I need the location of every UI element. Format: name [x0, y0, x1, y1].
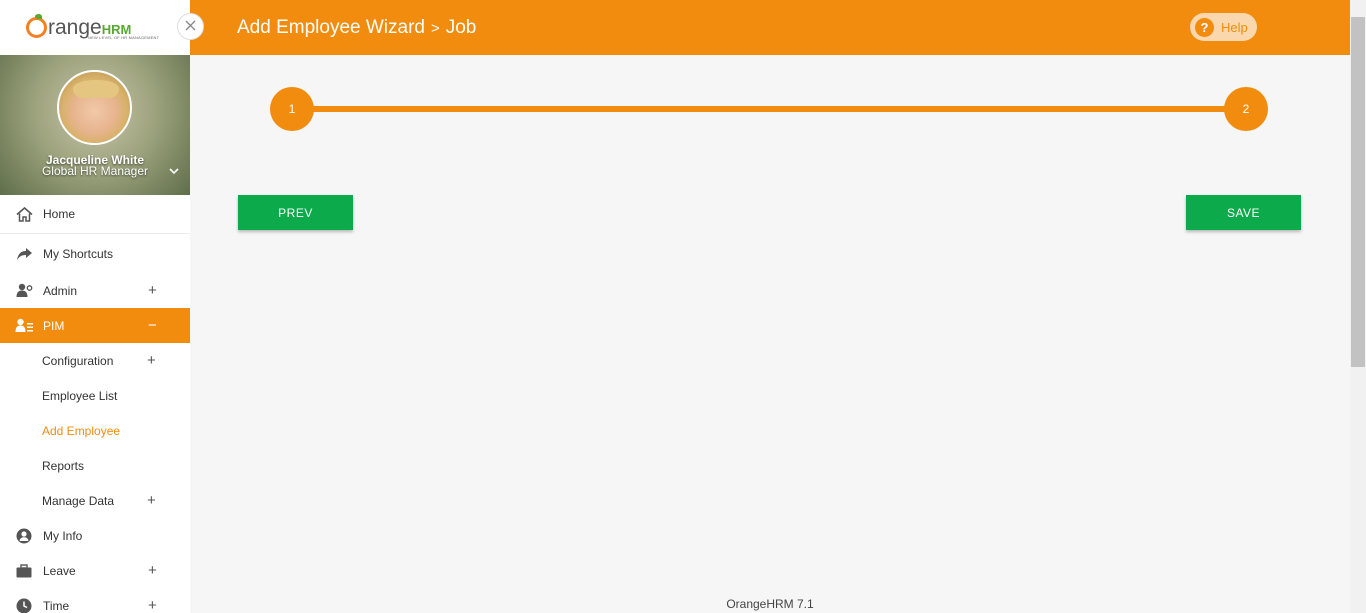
clock-icon — [15, 598, 33, 613]
sidebar-item-label: Configuration — [42, 353, 114, 368]
sidebar-item-label: Employee List — [42, 388, 118, 403]
sidebar-item-label: Manage Data — [42, 493, 115, 508]
logo-orange-icon — [26, 14, 47, 38]
help-label: Help — [1221, 19, 1248, 35]
sidebar-item-leave[interactable]: Leave + — [0, 553, 190, 588]
sidebar-item-label: Leave — [43, 563, 76, 578]
expand-icon[interactable]: + — [148, 597, 157, 613]
sidebar-subitem-configuration[interactable]: Configuration + — [0, 343, 190, 378]
expand-icon[interactable]: + — [148, 282, 157, 299]
step-1-indicator[interactable]: 1 — [270, 87, 314, 131]
user-circle-icon — [15, 528, 33, 544]
sidebar-subitem-manage-data[interactable]: Manage Data + — [0, 483, 190, 518]
sidebar-item-label: Home — [43, 207, 76, 221]
sidebar-item-label: My Shortcuts — [43, 246, 114, 261]
profile-role: Global HR Manager — [41, 164, 149, 178]
help-button[interactable]: ? Help — [1190, 13, 1257, 41]
sidebar-item-pim[interactable]: PIM − — [0, 308, 190, 343]
help-icon: ? — [1195, 17, 1214, 37]
expand-icon[interactable]: + — [148, 562, 157, 579]
sidebar-item-home[interactable]: Home — [0, 195, 190, 234]
close-sidebar-button[interactable] — [177, 13, 204, 40]
footer-version: OrangeHRM 7.1 — [726, 597, 814, 611]
sidebar: rangeHRM NEW LEVEL OF HR MANAGEMENT Jacq… — [0, 0, 190, 613]
save-button[interactable]: SAVE — [1186, 195, 1301, 230]
avatar[interactable] — [57, 70, 132, 145]
share-icon — [15, 246, 33, 262]
logo-tagline: NEW LEVEL OF HR MANAGEMENT — [88, 35, 160, 40]
sidebar-item-my-info[interactable]: My Info — [0, 518, 190, 553]
pim-icon — [15, 318, 33, 334]
stepper-progress-line — [292, 106, 1246, 112]
sidebar-subitem-employee-list[interactable]: Employee List — [0, 378, 190, 413]
prev-button[interactable]: PREV — [238, 195, 353, 230]
sidebar-item-label: My Info — [43, 528, 83, 543]
profile-panel: Jacqueline White Global HR Manager — [0, 55, 190, 195]
expand-icon[interactable]: + — [147, 492, 156, 509]
collapse-icon[interactable]: − — [148, 317, 157, 334]
admin-icon — [15, 283, 33, 299]
chevron-down-icon[interactable] — [168, 165, 180, 180]
page-title: Add Employee Wizard > Job — [237, 17, 476, 39]
scrollbar-thumb[interactable] — [1351, 17, 1365, 367]
vertical-scrollbar[interactable] — [1350, 0, 1366, 613]
sidebar-item-my-shortcuts[interactable]: My Shortcuts — [0, 234, 190, 273]
step-2-indicator[interactable]: 2 — [1224, 87, 1268, 131]
sidebar-item-admin[interactable]: Admin + — [0, 273, 190, 308]
sidebar-item-label: Admin — [43, 283, 78, 298]
sidebar-item-label: PIM — [43, 318, 65, 333]
sidebar-item-label: Reports — [42, 458, 85, 473]
top-header: Add Employee Wizard > Job ? Help — [190, 0, 1350, 55]
sidebar-subitem-add-employee[interactable]: Add Employee — [0, 413, 190, 448]
sidebar-item-label: Add Employee — [42, 423, 121, 438]
briefcase-icon — [15, 563, 33, 579]
logo-bar: rangeHRM NEW LEVEL OF HR MANAGEMENT — [0, 0, 190, 55]
wizard-stepper: 1 2 — [270, 87, 1268, 131]
page-title-step: Job — [445, 17, 477, 38]
sidebar-item-time[interactable]: Time + — [0, 588, 190, 613]
close-icon — [185, 18, 196, 36]
sidebar-item-label: Time — [43, 598, 70, 613]
home-icon — [15, 206, 33, 222]
page-title-main: Add Employee Wizard — [237, 17, 425, 38]
expand-icon[interactable]: + — [147, 352, 156, 369]
sidebar-subitem-reports[interactable]: Reports — [0, 448, 190, 483]
breadcrumb-separator-icon: > — [430, 19, 440, 37]
